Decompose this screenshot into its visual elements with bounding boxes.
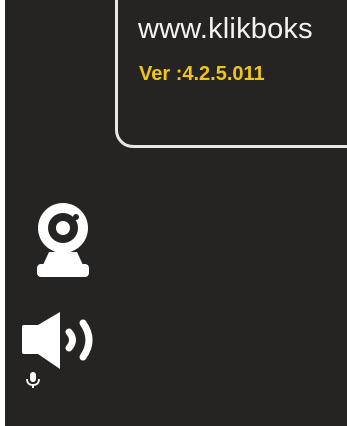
webcam-button[interactable] [24,197,102,281]
microphone-icon [26,372,40,388]
version-label: Ver :4.2.5.011 [139,63,265,85]
website-url: www.klikboks [138,13,313,45]
webcam-icon [37,203,89,277]
speaker-button[interactable] [15,305,109,389]
app-screen: www.klikboks Ver :4.2.5.011 [5,0,347,426]
